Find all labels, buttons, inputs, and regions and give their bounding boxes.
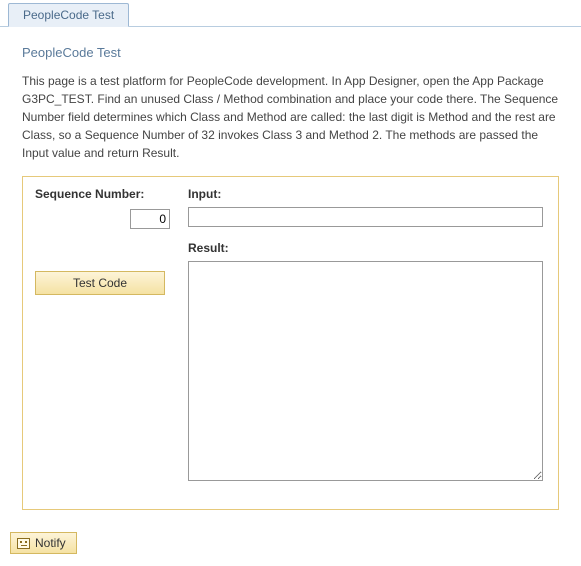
result-label: Result: xyxy=(188,241,546,255)
result-textarea[interactable] xyxy=(188,261,543,481)
page-title: PeopleCode Test xyxy=(22,45,559,60)
left-column: Sequence Number: Test Code xyxy=(35,187,170,495)
notify-label: Notify xyxy=(35,536,66,550)
notify-button[interactable]: Notify xyxy=(10,532,77,554)
right-column: Input: Result: xyxy=(188,187,546,495)
notify-icon xyxy=(17,538,30,549)
tab-bar: PeopleCode Test xyxy=(0,0,581,27)
form-box: Sequence Number: Test Code Input: Result… xyxy=(22,176,559,510)
input-field[interactable] xyxy=(188,207,543,227)
input-label: Input: xyxy=(188,187,546,201)
page-description: This page is a test platform for PeopleC… xyxy=(22,72,559,162)
sequence-number-input[interactable] xyxy=(130,209,170,229)
footer-bar: Notify xyxy=(0,520,581,566)
test-code-button[interactable]: Test Code xyxy=(35,271,165,295)
content-area: PeopleCode Test This page is a test plat… xyxy=(0,27,581,520)
tab-peoplecode-test[interactable]: PeopleCode Test xyxy=(8,3,129,27)
sequence-number-label: Sequence Number: xyxy=(35,187,170,201)
